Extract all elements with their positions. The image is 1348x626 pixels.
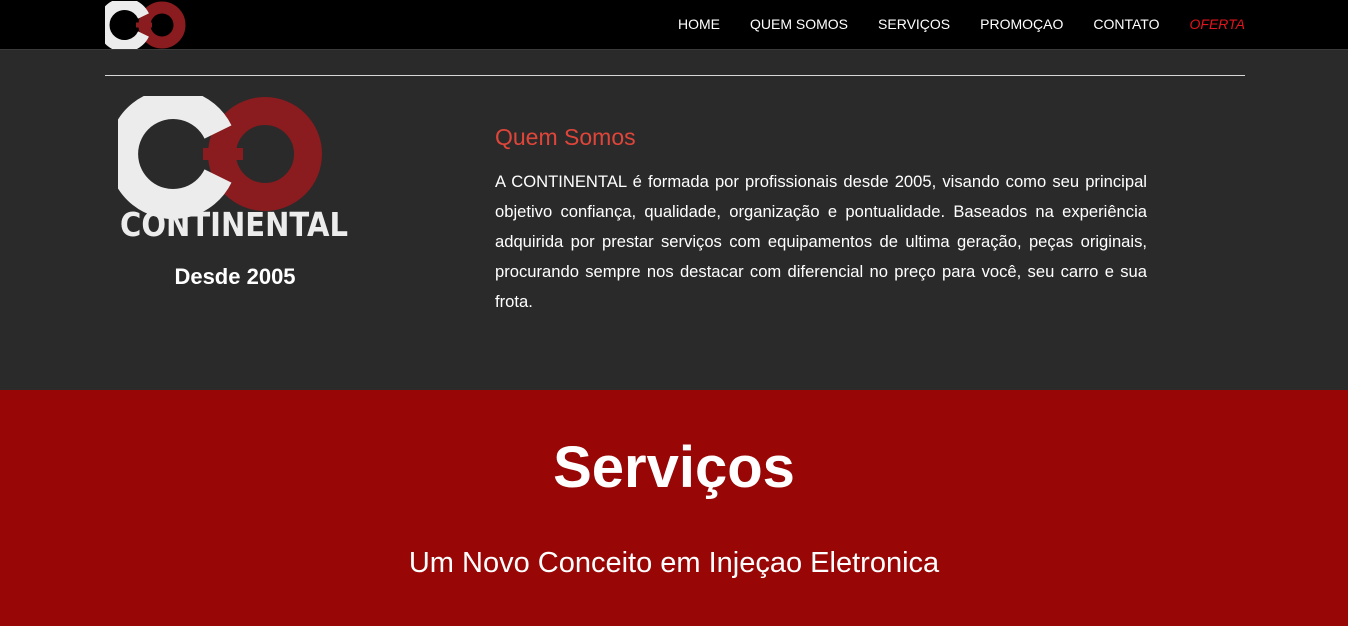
nav-promocao-link[interactable]: PROMOÇAO xyxy=(980,16,1063,32)
nav-servicos-link[interactable]: SERVIÇOS xyxy=(878,16,950,32)
nav-oferta-link[interactable]: OFERTA xyxy=(1190,16,1246,32)
nav-quem-somos-link[interactable]: QUEM SOMOS xyxy=(750,16,848,32)
logo-wordmark: CONTINENTAL xyxy=(120,205,348,244)
continental-cc-logo-icon xyxy=(105,1,186,49)
services-section: Serviços Um Novo Conceito em Injeçao Ele… xyxy=(0,390,1348,626)
nav-logo-icon[interactable] xyxy=(105,1,187,49)
nav-home-link[interactable]: HOME xyxy=(678,16,720,32)
services-subheading: Um Novo Conceito em Injeçao Eletronica xyxy=(408,547,940,579)
about-heading: Quem Somos xyxy=(495,124,636,150)
continental-logo: CONTINENTAL xyxy=(118,96,352,246)
continental-brand-logo-image: CONTINENTAL xyxy=(118,96,348,244)
main-menu: HOME QUEM SOMOS SERVIÇOS PROMOÇAO CONTAT… xyxy=(648,0,1245,50)
services-heading: Serviços xyxy=(553,435,795,500)
top-navigation-bar: HOME QUEM SOMOS SERVIÇOS PROMOÇAO CONTAT… xyxy=(0,0,1348,50)
nav-contato-link[interactable]: CONTATO xyxy=(1093,16,1159,32)
section-divider xyxy=(105,75,1245,76)
about-section: CONTINENTAL Desde 2005 Quem Somos A CONT… xyxy=(0,51,1348,390)
about-paragraph: A CONTINENTAL é formada por profissionai… xyxy=(495,172,1147,311)
since-year-label: Desde 2005 xyxy=(174,264,296,289)
